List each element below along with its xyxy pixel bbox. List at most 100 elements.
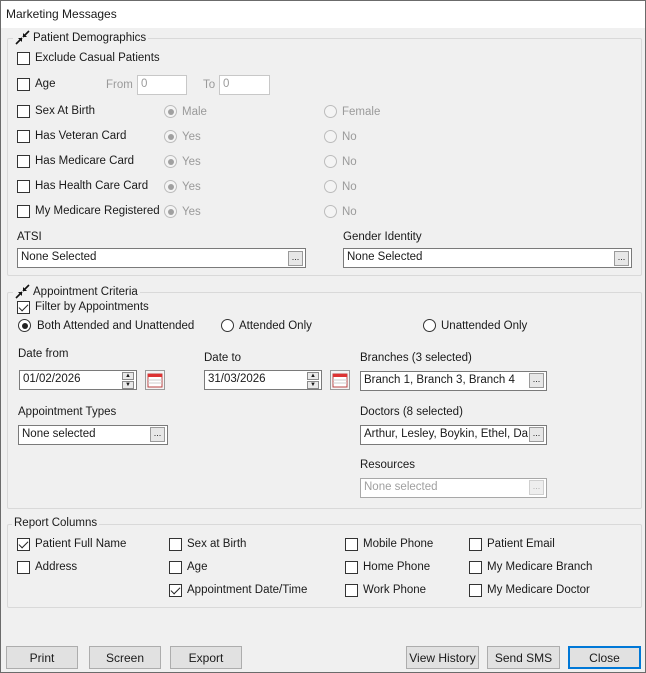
col-my-medicare-doctor-checkbox[interactable] (469, 584, 482, 597)
date-from-spinner[interactable]: ▲ ▼ (122, 372, 135, 390)
doctors-label: Doctors (8 selected) (360, 406, 463, 418)
unattended-only-label: Unattended Only (441, 320, 528, 332)
veteran-no-radio[interactable] (324, 130, 337, 143)
appointment-criteria-legend[interactable]: Appointment Criteria (13, 284, 140, 299)
branches-label: Branches (3 selected) (360, 352, 472, 364)
collapse-icon[interactable] (15, 284, 30, 299)
col-home-phone-checkbox[interactable] (345, 561, 358, 574)
export-button[interactable]: Export (170, 646, 242, 669)
close-button[interactable]: Close (568, 646, 641, 669)
col-home-phone-label: Home Phone (363, 561, 431, 573)
sex-at-birth-checkbox[interactable] (17, 105, 30, 118)
medicare-yes-label: Yes (182, 156, 201, 168)
age-label: Age (35, 78, 56, 90)
calendar-icon (147, 373, 163, 388)
col-patient-full-name-label: Patient Full Name (35, 538, 127, 550)
spin-down-icon[interactable]: ▼ (122, 381, 134, 389)
attended-only-radio[interactable] (221, 319, 234, 332)
date-to-label: Date to (204, 352, 242, 364)
exclude-casual-checkbox[interactable] (17, 52, 30, 65)
atsi-ellipsis-button[interactable]: ... (288, 251, 303, 266)
sex-at-birth-label: Sex At Birth (35, 105, 96, 117)
age-checkbox[interactable] (17, 78, 30, 91)
report-columns-title: Report Columns (14, 517, 98, 529)
branches-field[interactable]: Branch 1, Branch 3, Branch 4 (360, 371, 547, 391)
atsi-field[interactable]: None Selected (17, 248, 306, 268)
screen-button[interactable]: Screen (89, 646, 161, 669)
health-care-card-checkbox[interactable] (17, 180, 30, 193)
age-from-label: From (106, 79, 133, 91)
my-medicare-checkbox[interactable] (17, 205, 30, 218)
my-medicare-yes-radio[interactable] (164, 205, 177, 218)
col-my-medicare-branch-label: My Medicare Branch (487, 561, 593, 573)
col-work-phone-checkbox[interactable] (345, 584, 358, 597)
view-history-button[interactable]: View History (406, 646, 479, 669)
col-mobile-phone-checkbox[interactable] (345, 538, 358, 551)
spin-up-icon[interactable]: ▲ (122, 372, 134, 380)
col-age-checkbox[interactable] (169, 561, 182, 574)
col-patient-email-checkbox[interactable] (469, 538, 482, 551)
doctors-field[interactable]: Arthur, Lesley, Boykin, Ethel, Da (360, 425, 547, 445)
medicare-card-checkbox[interactable] (17, 155, 30, 168)
sex-female-label: Female (342, 106, 381, 118)
resources-field[interactable]: None selected (360, 478, 547, 498)
col-sex-at-birth-checkbox[interactable] (169, 538, 182, 551)
print-button[interactable]: Print (6, 646, 78, 669)
gender-identity-ellipsis-button[interactable]: ... (614, 251, 629, 266)
date-from-calendar-button[interactable] (145, 370, 165, 390)
health-care-no-label: No (342, 181, 357, 193)
spin-down-icon[interactable]: ▼ (307, 381, 319, 389)
col-work-phone-label: Work Phone (363, 584, 427, 596)
resources-label: Resources (360, 459, 415, 471)
health-care-no-radio[interactable] (324, 180, 337, 193)
collapse-icon[interactable] (15, 30, 30, 45)
window-title: Marketing Messages (1, 1, 645, 28)
sex-male-radio[interactable] (164, 105, 177, 118)
branches-ellipsis-button[interactable]: ... (529, 373, 544, 388)
col-patient-full-name-checkbox[interactable] (17, 538, 30, 551)
medicare-no-label: No (342, 156, 357, 168)
date-to-spinner[interactable]: ▲ ▼ (307, 372, 320, 390)
appointment-types-field[interactable]: None selected (18, 425, 168, 445)
filter-by-appointments-checkbox[interactable] (17, 301, 30, 314)
appointment-types-ellipsis-button[interactable]: ... (150, 427, 165, 442)
veteran-yes-radio[interactable] (164, 130, 177, 143)
age-to-label: To (203, 79, 216, 91)
date-from-label: Date from (18, 348, 69, 360)
date-to-calendar-button[interactable] (330, 370, 350, 390)
my-medicare-label: My Medicare Registered (35, 205, 160, 217)
health-care-card-label: Has Health Care Card (35, 180, 149, 192)
sex-female-radio[interactable] (324, 105, 337, 118)
veteran-no-label: No (342, 131, 357, 143)
both-attended-radio[interactable] (18, 319, 31, 332)
col-appointment-datetime-checkbox[interactable] (169, 584, 182, 597)
spin-up-icon[interactable]: ▲ (307, 372, 319, 380)
col-address-label: Address (35, 561, 78, 573)
my-medicare-no-radio[interactable] (324, 205, 337, 218)
age-to-input[interactable]: 0 (219, 75, 270, 95)
patient-demographics-legend[interactable]: Patient Demographics (13, 30, 149, 45)
resources-ellipsis-button[interactable]: ... (529, 480, 544, 495)
medicare-no-radio[interactable] (324, 155, 337, 168)
veteran-card-label: Has Veteran Card (35, 130, 127, 142)
veteran-yes-label: Yes (182, 131, 201, 143)
doctors-ellipsis-button[interactable]: ... (529, 427, 544, 442)
my-medicare-yes-label: Yes (182, 206, 201, 218)
health-care-yes-label: Yes (182, 181, 201, 193)
medicare-yes-radio[interactable] (164, 155, 177, 168)
col-my-medicare-branch-checkbox[interactable] (469, 561, 482, 574)
date-to-input[interactable]: 31/03/2026 (204, 370, 322, 390)
col-appointment-datetime-label: Appointment Date/Time (187, 584, 308, 596)
date-from-input[interactable]: 01/02/2026 (19, 370, 137, 390)
attended-only-label: Attended Only (239, 320, 312, 332)
report-columns-legend: Report Columns (12, 517, 100, 529)
veteran-card-checkbox[interactable] (17, 130, 30, 143)
col-address-checkbox[interactable] (17, 561, 30, 574)
gender-identity-label: Gender Identity (343, 231, 422, 243)
unattended-only-radio[interactable] (423, 319, 436, 332)
send-sms-button[interactable]: Send SMS (487, 646, 560, 669)
appointment-types-label: Appointment Types (18, 406, 117, 418)
age-from-input[interactable]: 0 (137, 75, 187, 95)
health-care-yes-radio[interactable] (164, 180, 177, 193)
gender-identity-field[interactable]: None Selected (343, 248, 632, 268)
